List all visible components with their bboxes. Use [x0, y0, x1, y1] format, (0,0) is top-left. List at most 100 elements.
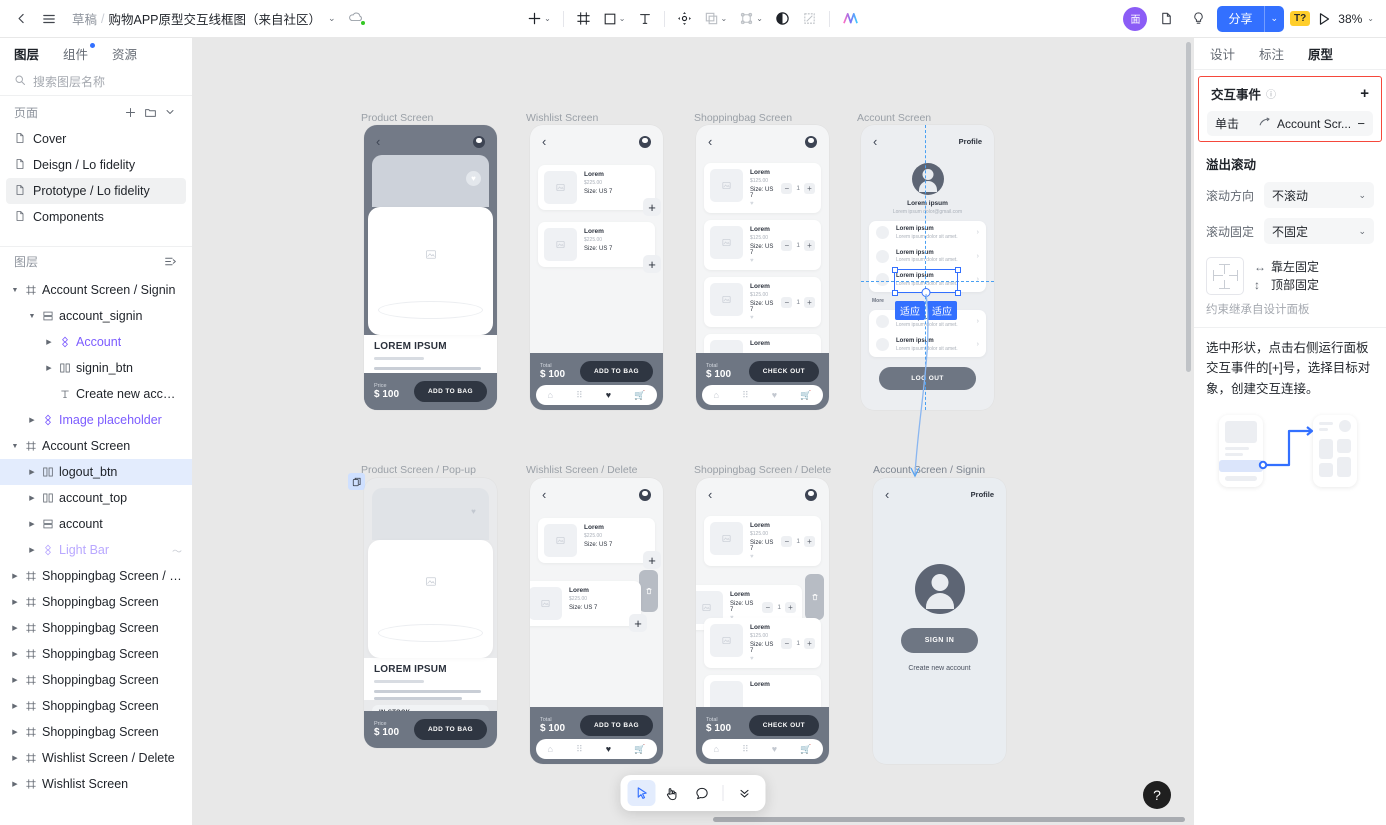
heart-icon[interactable]: ♥ [606, 390, 611, 400]
twisty-closed-icon[interactable]: ▶ [8, 702, 22, 710]
layer-search[interactable] [0, 68, 192, 96]
twisty-closed-icon[interactable]: ▶ [25, 494, 39, 502]
more-tool[interactable] [731, 780, 759, 806]
chevron-down-icon[interactable]: ⌄ [721, 14, 728, 23]
twisty-closed-icon[interactable]: ▶ [25, 416, 39, 424]
check-out-button[interactable]: CHECK OUT [748, 361, 819, 382]
cart-icon[interactable]: 🛒 [634, 390, 645, 401]
twisty-closed-icon[interactable]: ▶ [8, 598, 22, 606]
layer-row[interactable]: ▶ signin_btn [0, 355, 192, 381]
back-chevron-icon[interactable]: ‹ [873, 134, 877, 149]
constraint-icon[interactable] [1206, 257, 1244, 295]
twisty-closed-icon[interactable]: ▶ [8, 780, 22, 788]
chevron-down-icon[interactable]: ⌄ [1358, 190, 1366, 201]
heart-icon[interactable]: ♥ [606, 744, 611, 754]
grid-icon[interactable]: ⠿ [576, 744, 583, 755]
create-account-link[interactable]: Create new account [873, 665, 1006, 672]
bag-item[interactable]: Lorem $125.00 Size: US 7 ♥ − 1 + [704, 618, 821, 668]
frame-product-popup[interactable]: ♥ LOREM IPSUM IN-STOCK [364, 478, 497, 748]
heart-icon[interactable]: ♥ [750, 554, 774, 560]
resize-handle-bl[interactable] [891, 289, 898, 296]
boolean-tool[interactable]: ⌄ [699, 5, 733, 33]
twisty-closed-icon[interactable]: ▶ [8, 676, 22, 684]
heart-icon[interactable]: ♥ [750, 656, 774, 662]
chevron-down-icon[interactable]: ⌄ [1367, 14, 1374, 23]
add-to-bag-button[interactable]: ADD TO BAG [413, 381, 487, 402]
wishlist-item-swiped[interactable]: Lorem $225.00 Size: US 7 + [530, 581, 647, 632]
resize-handle-tr[interactable] [954, 266, 961, 273]
duplicate-badge-icon[interactable] [348, 473, 365, 490]
twisty-open-icon[interactable]: ▼ [25, 313, 39, 320]
twisty-open-icon[interactable]: ▼ [8, 287, 22, 294]
tab-design[interactable]: 设计 [1210, 44, 1235, 63]
bag-item[interactable]: Lorem $125.00 Size: US 7 ♥ − 1 + [704, 277, 821, 327]
text-tool[interactable] [633, 5, 657, 33]
vertical-scrollbar[interactable] [1186, 42, 1191, 372]
twisty-closed-icon[interactable]: ▶ [8, 754, 22, 762]
decrement-button[interactable]: − [781, 637, 793, 649]
favorite-heart-icon[interactable]: ♥ [466, 171, 481, 186]
back-chevron-icon[interactable]: ‹ [708, 134, 712, 149]
wishlist-item[interactable]: Lorem $225.00 Size: US 7 + [538, 518, 661, 569]
quantity-stepper[interactable]: − 1 + [781, 182, 815, 194]
avatar[interactable]: 面 [1123, 6, 1148, 31]
add-to-bag-button[interactable]: ADD TO BAG [413, 719, 487, 740]
tab-annotate[interactable]: 标注 [1259, 44, 1284, 63]
back-chevron-icon[interactable]: ‹ [885, 487, 889, 502]
breadcrumb-title[interactable]: 购物APP原型交互线框图（来自社区） [109, 9, 322, 28]
add-item-button[interactable]: + [643, 551, 661, 569]
frame-label-wishlist-delete[interactable]: Wishlist Screen / Delete [526, 464, 637, 476]
layer-row[interactable]: ▶ account_top [0, 485, 192, 511]
scroll-direction-select[interactable]: 不滚动 ⌄ [1264, 182, 1374, 208]
frame-label-wishlist-screen[interactable]: Wishlist Screen [526, 112, 598, 124]
new-folder-icon[interactable] [140, 102, 160, 122]
frame-label-product-screen[interactable]: Product Screen [361, 112, 433, 124]
remove-interaction-button[interactable]: − [1357, 116, 1365, 131]
play-icon[interactable] [1316, 11, 1332, 27]
twisty-closed-icon[interactable]: ▶ [25, 546, 39, 554]
layer-row[interactable]: ▶ Account [0, 329, 192, 355]
layer-row[interactable]: ▶ Shoppingbag Screen [0, 667, 192, 693]
frame-label-shoppingbag-delete[interactable]: Shoppingbag Screen / Delete [694, 464, 831, 476]
heart-icon[interactable]: ♥ [750, 201, 774, 207]
zoom-control[interactable]: 38% ⌄ [1338, 12, 1374, 26]
add-page-icon[interactable] [120, 102, 140, 122]
twisty-closed-icon[interactable]: ▶ [42, 338, 56, 346]
wishlist-item[interactable]: Lorem $225.00 Size: US 7 + [538, 165, 661, 216]
component-tool[interactable] [672, 5, 697, 33]
back-chevron-icon[interactable]: ‹ [708, 487, 712, 502]
cart-icon[interactable]: 🛒 [800, 744, 811, 755]
layer-row[interactable]: ▶ Shoppingbag Screen / Delete [0, 563, 192, 589]
quantity-stepper[interactable]: − 1 + [781, 239, 815, 251]
layer-row[interactable]: ▶ Wishlist Screen / Delete [0, 745, 192, 771]
quantity-stepper[interactable]: − 1 + [781, 535, 815, 547]
scroll-fixed-select[interactable]: 不固定 ⌄ [1264, 218, 1374, 244]
collapse-pages-icon[interactable] [160, 102, 180, 122]
layer-row[interactable]: ▶ Wishlist Screen [0, 771, 192, 797]
increment-button[interactable]: + [785, 602, 796, 613]
frame-wishlist-delete[interactable]: ‹ Lorem $225.00 Size: US 7 + Lorem $225.… [530, 478, 663, 764]
layer-row[interactable]: ▶ Light Bar 〜 [0, 537, 192, 563]
user-avatar-icon[interactable] [639, 135, 651, 148]
frame-wishlist-screen[interactable]: ‹ Lorem $225.00 Size: US 7 + Lorem $225.… [530, 125, 663, 410]
frame-label-product-popup[interactable]: Product Screen / Pop-up [361, 464, 476, 476]
sign-in-button[interactable]: SIGN IN [901, 628, 978, 653]
chevron-down-icon[interactable]: ⌄ [328, 13, 336, 24]
cart-icon[interactable]: 🛒 [634, 744, 645, 755]
twisty-closed-icon[interactable]: ▶ [8, 650, 22, 658]
info-icon[interactable]: ⓘ [1266, 86, 1276, 101]
layer-row[interactable]: ▼ Account Screen [0, 433, 192, 459]
layer-row[interactable]: ▶ Shoppingbag Screen [0, 589, 192, 615]
resize-handle-tl[interactable] [891, 266, 898, 273]
heart-icon[interactable]: ♥ [772, 744, 777, 754]
hand-tool[interactable] [658, 780, 686, 806]
share-button[interactable]: 分享 ⌄ [1217, 5, 1285, 32]
twisty-closed-icon[interactable]: ▶ [8, 572, 22, 580]
quantity-stepper[interactable]: − 1 + [781, 296, 815, 308]
page-item-design[interactable]: Deisgn / Lo fidelity [6, 152, 186, 178]
user-avatar-icon[interactable] [805, 135, 817, 148]
back-chevron-icon[interactable]: ‹ [376, 134, 380, 149]
resize-handle-br[interactable] [954, 289, 961, 296]
chevron-down-icon[interactable]: ⌄ [544, 14, 551, 23]
delete-item-button[interactable] [805, 574, 824, 620]
